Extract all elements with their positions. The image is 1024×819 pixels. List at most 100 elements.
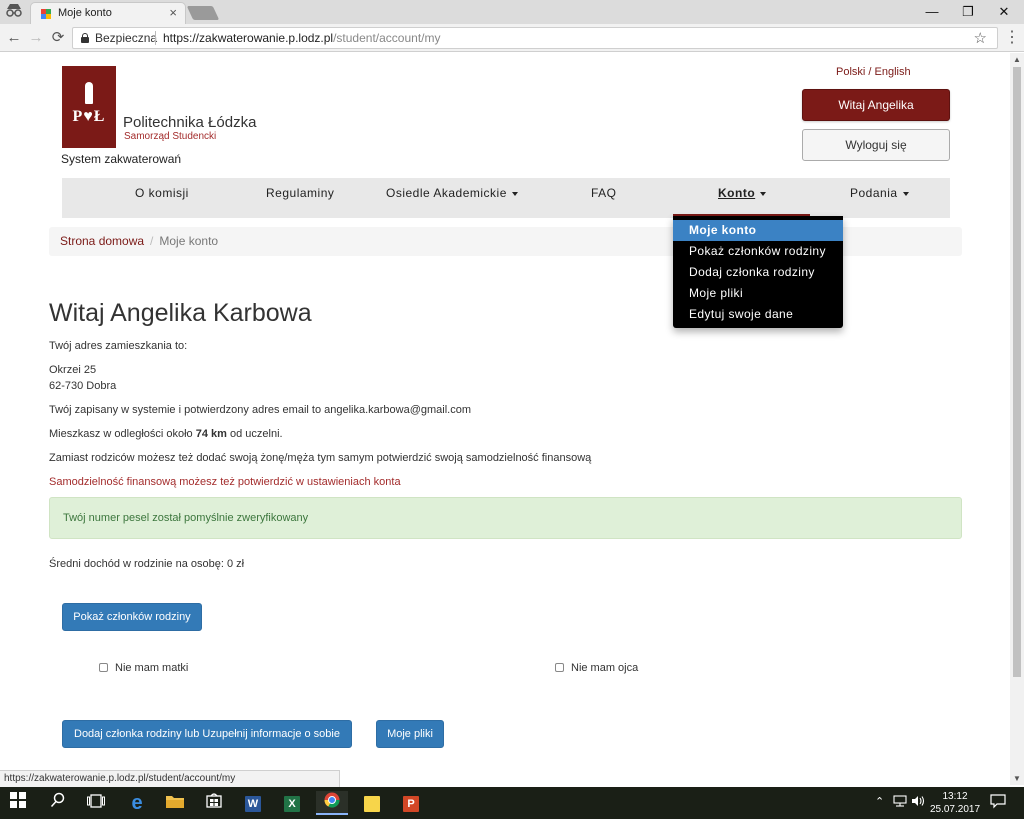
search-icon[interactable]	[42, 791, 74, 815]
address-intro: Twój adres zamieszkania to:	[49, 340, 188, 352]
divider	[155, 31, 156, 45]
nav-item-regulaminy[interactable]: Regulaminy	[266, 178, 334, 218]
dropdown-item-pokaz-czlonkow[interactable]: Pokaż członków rodziny	[673, 241, 843, 262]
account-dropdown-menu: Moje konto Pokaż członków rodziny Dodaj …	[673, 216, 843, 328]
success-alert: Twój numer pesel został pomyślnie zweryf…	[49, 497, 962, 539]
dropdown-item-moje-pliki[interactable]: Moje pliki	[673, 283, 843, 304]
university-subtitle: Samorząd Studencki	[124, 131, 217, 142]
breadcrumb-home-link[interactable]: Strona domowa	[60, 234, 144, 248]
nav-item-osiedle-akademickie[interactable]: Osiedle Akademickie	[386, 178, 518, 218]
tab-close-icon[interactable]: ×	[169, 5, 177, 20]
nav-item-podania[interactable]: Podania	[850, 178, 909, 218]
windows-start-icon[interactable]	[2, 791, 34, 815]
checkbox-label: Nie mam ojca	[571, 662, 639, 674]
checkbox-box[interactable]	[555, 663, 564, 672]
caret-down-icon	[902, 191, 909, 196]
task-view-icon[interactable]	[80, 791, 112, 815]
scrollbar-thumb[interactable]	[1013, 67, 1021, 677]
address-toolbar: ← → ⟳ Bezpieczna https://zakwaterowanie.…	[0, 24, 1024, 52]
store-icon[interactable]	[198, 791, 230, 815]
dropdown-item-edytuj-dane[interactable]: Edytuj swoje dane	[673, 304, 843, 325]
forward-arrow-icon[interactable]: →	[26, 28, 46, 48]
address-bar[interactable]: Bezpieczna https://zakwaterowanie.p.lodz…	[72, 27, 998, 49]
main-navbar: O komisji Regulaminy Osiedle Akademickie…	[62, 178, 950, 218]
back-arrow-icon[interactable]: ←	[4, 28, 24, 48]
university-logo[interactable]: P♥Ł	[62, 66, 116, 148]
welcome-button[interactable]: Witaj Angelika	[802, 89, 950, 121]
incognito-icon	[4, 3, 24, 21]
windows-taskbar: e W X P ⌃ 13:12 25.07.2017	[0, 787, 1024, 819]
browser-menu-icon[interactable]: ⋮	[1004, 30, 1020, 46]
url-path: /student/account/my	[333, 31, 441, 45]
powerpoint-icon[interactable]: P	[395, 791, 427, 815]
nav-item-o-komisji[interactable]: O komisji	[135, 178, 189, 218]
sticky-notes-icon[interactable]	[356, 791, 388, 815]
tray-chevron-icon[interactable]: ⌃	[875, 795, 884, 808]
torch-icon	[85, 82, 93, 104]
excel-icon[interactable]: X	[276, 791, 308, 815]
add-family-button[interactable]: Dodaj członka rodziny lub Uzupełnij info…	[62, 720, 352, 748]
page-scrollbar[interactable]: ▲ ▼	[1010, 53, 1024, 785]
scroll-up-icon[interactable]: ▲	[1013, 55, 1021, 64]
distance-suffix: od uczelni.	[226, 428, 283, 440]
dropdown-item-moje-konto[interactable]: Moje konto	[673, 220, 843, 241]
show-family-button[interactable]: Pokaż członków rodziny	[62, 603, 202, 631]
spouse-info: Zamiast rodziców możesz też dodać swoją …	[49, 452, 592, 464]
site-favicon-icon	[41, 9, 51, 19]
financial-info: Samodzielność finansową możesz też potwi…	[49, 476, 401, 488]
action-center-icon[interactable]	[990, 793, 1006, 812]
logout-button[interactable]: Wyloguj się	[802, 129, 950, 161]
nav-item-faq[interactable]: FAQ	[591, 178, 617, 218]
restore-button[interactable]: ❐	[950, 2, 986, 22]
distance-value: 74 km	[195, 428, 227, 440]
no-father-checkbox[interactable]: Nie mam ojca	[555, 662, 638, 674]
logo-lettering: P♥Ł	[72, 108, 106, 125]
nav-label: Osiedle Akademickie	[386, 186, 507, 200]
close-window-button[interactable]: ✕	[986, 2, 1022, 22]
lock-icon	[81, 33, 89, 43]
no-mother-checkbox[interactable]: Nie mam matki	[99, 662, 188, 674]
income-info: Średni dochód w rodzinie na osobę: 0 zł	[49, 558, 245, 570]
language-switch[interactable]: Polski / English	[836, 66, 911, 78]
bookmark-star-icon[interactable]: ☆	[974, 29, 987, 47]
browser-tab-active[interactable]: Moje konto ×	[30, 2, 186, 24]
status-bubble: https://zakwaterowanie.p.lodz.pl/student…	[0, 770, 340, 788]
network-icon[interactable]	[893, 795, 907, 810]
minimize-button[interactable]: —	[914, 2, 950, 22]
system-clock[interactable]: 13:12 25.07.2017	[928, 790, 982, 816]
file-explorer-icon[interactable]	[159, 791, 191, 815]
address-line-1: Okrzei 25	[49, 364, 97, 376]
breadcrumb-current: Moje konto	[159, 234, 219, 248]
address-line-2: 62-730 Dobra	[49, 380, 117, 392]
nav-label: Regulaminy	[266, 186, 335, 200]
clock-date: 25.07.2017	[929, 804, 981, 815]
distance-info: Mieszkasz w odległości około 74 km od uc…	[49, 428, 283, 440]
breadcrumb-separator: /	[150, 234, 154, 248]
page-viewport: P♥Ł Politechnika Łódzka Samorząd Studenc…	[0, 53, 1024, 785]
reload-icon[interactable]: ⟳	[48, 28, 68, 48]
checkbox-box[interactable]	[99, 663, 108, 672]
tab-strip: Moje konto × — ❐ ✕	[0, 0, 1024, 24]
new-tab-button[interactable]	[186, 6, 220, 20]
tab-title: Moje konto	[58, 7, 112, 19]
url-host: https://zakwaterowanie.p.lodz.pl	[163, 31, 334, 45]
nav-item-konto[interactable]: Konto	[718, 178, 767, 218]
dropdown-item-dodaj-czlonka[interactable]: Dodaj członka rodziny	[673, 262, 843, 283]
url-text[interactable]: https://zakwaterowanie.p.lodz.pl/student…	[163, 31, 440, 45]
clock-time: 13:12	[942, 791, 968, 802]
caret-down-icon	[760, 191, 767, 196]
chrome-icon[interactable]	[316, 791, 348, 815]
secure-label: Bezpieczna	[95, 31, 158, 45]
nav-label: O komisji	[135, 186, 189, 200]
my-files-button[interactable]: Moje pliki	[376, 720, 444, 748]
distance-prefix: Mieszkasz w odległości około	[49, 428, 196, 440]
volume-icon[interactable]	[911, 795, 925, 810]
word-icon[interactable]: W	[237, 791, 269, 815]
edge-icon[interactable]: e	[121, 791, 153, 815]
email-info: Twój zapisany w systemie i potwierdzony …	[49, 404, 472, 416]
scroll-down-icon[interactable]: ▼	[1013, 774, 1021, 783]
university-name: Politechnika Łódzka	[123, 114, 257, 131]
nav-label: FAQ	[591, 186, 617, 200]
checkbox-label: Nie mam matki	[115, 662, 189, 674]
caret-down-icon	[511, 191, 518, 196]
